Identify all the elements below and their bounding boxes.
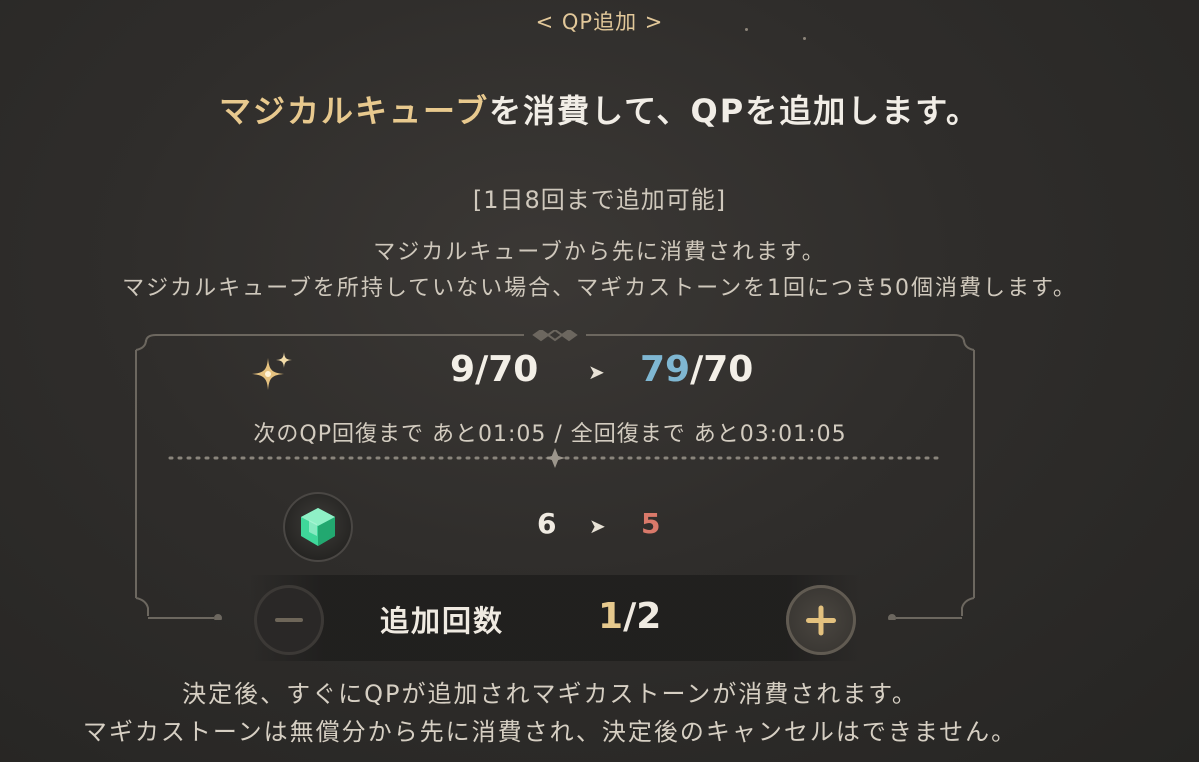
description-line-2: マジカルキューブを所持していない場合、マギカストーンを1回につき50個消費します… (122, 276, 1077, 301)
minus-icon (275, 618, 303, 622)
sparkle-icon (250, 350, 296, 392)
add-count-label: 追加回数 (380, 604, 505, 638)
add-count-current: 1 (598, 596, 624, 637)
qp-after: 79/70 (640, 349, 753, 390)
footer-note-2: マギカストーンは無償分から先に消費され、決定後のキャンセルはできません。 (82, 718, 1018, 746)
decrease-button[interactable] (254, 585, 324, 655)
description-line-1: マジカルキューブから先に消費されます。 (373, 240, 826, 265)
message-rest: を消費して、QPを追加します。 (489, 92, 980, 130)
cube-before: 6 (537, 507, 557, 540)
cube-arrow-icon: ➤ (589, 514, 606, 538)
footer-note-1: 決定後、すぐにQPが追加されマギカストーンが消費されます。 (182, 680, 918, 708)
add-count-stepper (250, 575, 860, 661)
qp-after-max: /70 (690, 349, 754, 390)
qp-before: 9/70 (450, 349, 538, 390)
qp-after-current: 79 (640, 349, 691, 390)
increase-button[interactable] (786, 585, 856, 655)
message-highlight: マジカルキューブ (219, 92, 490, 130)
qp-arrow-icon: ➤ (588, 360, 605, 384)
main-message: マジカルキューブを消費して、QPを追加します。 (0, 86, 1199, 132)
cube-after: 5 (641, 507, 661, 540)
magical-cube-icon (283, 492, 353, 562)
background-sparkle (803, 37, 806, 40)
daily-limit-note: [1日8回まで追加可能] (472, 186, 727, 214)
qp-before-current: 9 (450, 349, 476, 390)
plus-icon (806, 605, 836, 636)
qp-recovery-timer: 次のQP回復まで あと01:05 / 全回復まで あと03:01:05 (253, 422, 847, 447)
dialog-title: < QP追加 > (535, 10, 664, 34)
add-count-value: 1/2 (598, 596, 661, 637)
qp-before-max: /70 (475, 349, 539, 390)
add-count-max: /2 (623, 596, 662, 637)
